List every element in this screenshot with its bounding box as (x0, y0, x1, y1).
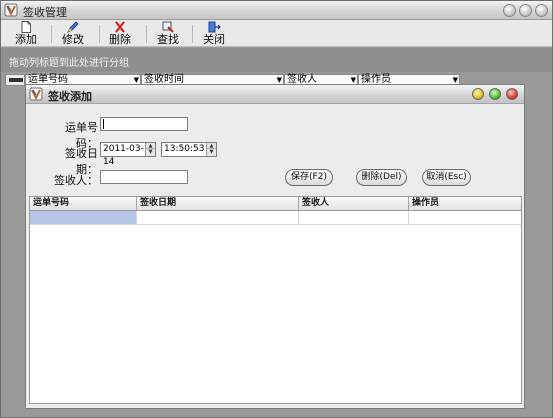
dialog-maximize-button[interactable] (489, 88, 501, 100)
grid-header: 运单号码 签收日期 签收人 操作员 (30, 197, 521, 211)
dialog-title: 签收添加 (48, 90, 92, 103)
dialog-close-button[interactable] (506, 88, 518, 100)
delete-record-button[interactable]: 删除(Del) (356, 169, 407, 186)
grid-column-operator[interactable]: 操作员 (409, 197, 521, 210)
app-logo-icon (4, 3, 18, 17)
delete-button[interactable]: 删除 (105, 20, 135, 47)
delete-x-icon (115, 21, 125, 33)
sign-time-input[interactable]: 13:50:53 ▲ ▼ (161, 142, 217, 157)
find-icon (162, 21, 174, 33)
grid-cell[interactable] (137, 211, 299, 224)
close-window-button[interactable] (535, 4, 548, 17)
find-button-label: 查找 (157, 33, 179, 46)
filter-dropdown-icon[interactable]: ▼ (134, 77, 139, 84)
sign-date-value: 2011-03-14 (103, 144, 144, 167)
group-by-panel[interactable]: 拖动列标题到此处进行分组 (1, 48, 552, 72)
add-button[interactable]: 添加 (11, 20, 41, 47)
waybill-input[interactable] (100, 117, 188, 131)
find-button[interactable]: 查找 (153, 20, 183, 47)
edit-button-label: 修改 (62, 33, 84, 46)
close-button[interactable]: 关闭 (199, 20, 229, 47)
grid-cell[interactable] (299, 211, 409, 224)
window-title: 签收管理 (23, 6, 67, 19)
sign-time-value: 13:50:53 (164, 144, 205, 154)
add-button-label: 添加 (15, 33, 37, 46)
sign-add-dialog: 签收添加 运单号码： 签收日期： 2011-03-14 ▲ ▼ 13:50:53 … (25, 84, 525, 409)
edit-button[interactable]: 修改 (58, 20, 88, 47)
row-indicator-header (5, 74, 25, 86)
dialog-minimize-button[interactable] (472, 88, 484, 100)
app-logo-icon (29, 87, 43, 101)
dialog-titlebar[interactable]: 签收添加 (26, 85, 524, 104)
grid-column-waybill[interactable]: 运单号码 (30, 197, 137, 210)
grid-cell[interactable] (409, 211, 521, 224)
maximize-button[interactable] (519, 4, 532, 17)
exit-door-icon (208, 21, 221, 33)
toolbar-separator (99, 25, 100, 43)
date-spinner[interactable]: ▲ ▼ (145, 143, 155, 156)
minimize-button[interactable] (503, 4, 516, 17)
signer-input[interactable] (100, 170, 188, 184)
sign-detail-grid[interactable]: 运单号码 签收日期 签收人 操作员 (29, 196, 522, 404)
grid-column-sign-date[interactable]: 签收日期 (137, 197, 299, 210)
table-row[interactable] (30, 211, 521, 225)
edit-pen-icon (67, 21, 79, 33)
new-document-icon (21, 21, 31, 33)
cancel-button[interactable]: 取消(Esc) (422, 169, 471, 186)
time-spinner[interactable]: ▲ ▼ (206, 143, 216, 156)
toolbar: 添加 修改 删除 查找 关闭 (1, 20, 552, 47)
sign-date-input[interactable]: 2011-03-14 ▲ ▼ (100, 142, 156, 167)
filter-dropdown-icon[interactable]: ▼ (277, 77, 282, 84)
group-by-hint: 拖动列标题到此处进行分组 (9, 58, 129, 69)
signer-label: 签收人： (54, 174, 98, 187)
grid-column-signer[interactable]: 签收人 (299, 197, 409, 210)
spin-down-icon[interactable]: ▼ (207, 149, 216, 155)
save-button[interactable]: 保存(F2) (285, 169, 333, 186)
text-caret (103, 119, 104, 129)
delete-button-label: 删除 (109, 33, 131, 46)
filter-dropdown-icon[interactable]: ▼ (453, 77, 458, 84)
toolbar-separator (51, 25, 52, 43)
close-button-label: 关闭 (203, 33, 225, 46)
toolbar-separator (146, 25, 147, 43)
filter-dropdown-icon[interactable]: ▼ (351, 77, 356, 84)
grid-cell-selected[interactable] (30, 211, 137, 224)
toolbar-separator (192, 25, 193, 43)
spin-down-icon[interactable]: ▼ (146, 149, 155, 155)
main-titlebar[interactable]: 签收管理 (1, 1, 552, 20)
